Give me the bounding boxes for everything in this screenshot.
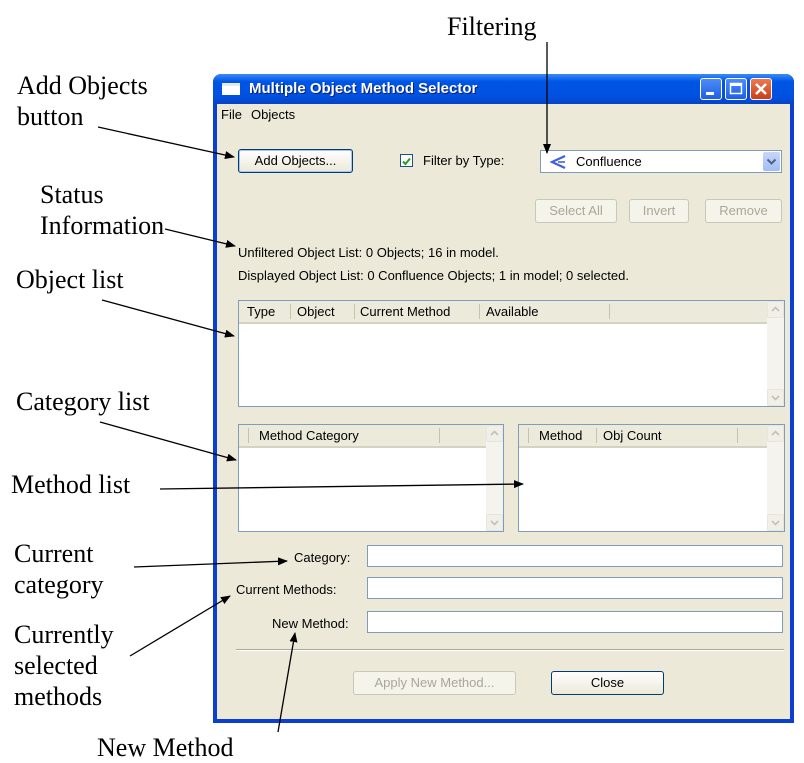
window-title: Multiple Object Method Selector <box>249 80 478 97</box>
dropdown-button[interactable] <box>763 152 780 171</box>
category-label: Category: <box>294 550 351 565</box>
callout-filtering: Filtering <box>447 12 537 41</box>
scroll-up-button[interactable] <box>486 425 503 442</box>
object-list-header: Type Object Current Method Available <box>239 301 767 324</box>
filter-by-type-checkbox[interactable] <box>400 154 413 167</box>
column-type[interactable]: Type <box>247 304 275 319</box>
callout-current-category: Current category <box>14 539 104 599</box>
chevron-down-icon <box>771 395 780 401</box>
new-method-label: New Method: <box>272 616 349 631</box>
callout-category-list: Category list <box>16 387 150 416</box>
chevron-up-icon <box>771 306 780 312</box>
chevron-up-icon <box>771 430 780 436</box>
method-list[interactable]: Method Obj Count <box>518 424 785 532</box>
close-window-button[interactable] <box>750 78 772 100</box>
displayed-status: Displayed Object List: 0 Confluence Obje… <box>238 268 629 283</box>
column-method[interactable]: Method <box>539 428 582 443</box>
column-object[interactable]: Object <box>297 304 335 319</box>
remove-button[interactable]: Remove <box>705 199 782 223</box>
column-divider[interactable] <box>290 304 291 319</box>
column-divider[interactable] <box>528 428 529 443</box>
column-divider[interactable] <box>609 304 610 319</box>
scroll-up-button[interactable] <box>767 301 784 318</box>
callout-new-method: New Method <box>97 733 234 762</box>
column-divider[interactable] <box>248 428 249 443</box>
column-current-method[interactable]: Current Method <box>360 304 450 319</box>
column-divider[interactable] <box>596 428 597 443</box>
category-field[interactable] <box>367 545 783 567</box>
select-all-button[interactable]: Select All <box>535 199 617 223</box>
method-list-header: Method Obj Count <box>519 425 767 448</box>
chevron-down-icon <box>771 520 780 526</box>
method-selector-window: Multiple Object Method Selector File Obj… <box>213 74 794 723</box>
column-method-category[interactable]: Method Category <box>259 428 359 443</box>
column-available[interactable]: Available <box>486 304 539 319</box>
menu-file[interactable]: File <box>221 107 242 122</box>
current-methods-field[interactable] <box>367 577 783 599</box>
category-list-header: Method Category <box>239 425 486 448</box>
column-obj-count[interactable]: Obj Count <box>603 428 662 443</box>
category-list-scrollbar[interactable] <box>486 425 503 531</box>
new-method-field[interactable] <box>367 611 783 633</box>
callout-add-objects: Add Objects button <box>17 71 148 131</box>
scroll-down-button[interactable] <box>767 514 784 531</box>
maximize-button[interactable] <box>725 78 747 100</box>
unfiltered-status: Unfiltered Object List: 0 Objects; 16 in… <box>238 245 499 260</box>
object-list-scrollbar[interactable] <box>767 301 784 406</box>
object-list[interactable]: Type Object Current Method Available <box>238 300 785 407</box>
dialog-client: File Objects Add Objects... Filter by Ty… <box>217 104 790 719</box>
apply-new-method-button[interactable]: Apply New Method... <box>353 671 516 695</box>
callout-status: Status Information <box>40 180 165 240</box>
filter-by-type-label: Filter by Type: <box>423 153 505 168</box>
title-bar[interactable]: Multiple Object Method Selector <box>213 74 794 104</box>
callout-method-list: Method list <box>11 470 131 499</box>
callout-current-methods: Currently selected methods <box>14 620 114 711</box>
column-divider[interactable] <box>479 304 480 319</box>
filter-type-select[interactable]: Confluence <box>540 150 782 173</box>
confluence-icon <box>549 155 566 169</box>
column-divider[interactable] <box>354 304 355 319</box>
menu-objects[interactable]: Objects <box>251 107 295 122</box>
scroll-up-button[interactable] <box>767 425 784 442</box>
chevron-up-icon <box>490 430 499 436</box>
chevron-down-icon <box>490 520 499 526</box>
filter-type-value: Confluence <box>576 154 642 169</box>
column-divider[interactable] <box>439 428 440 443</box>
chevron-down-icon <box>766 158 777 165</box>
callout-object-list: Object list <box>16 265 124 294</box>
separator <box>236 649 784 651</box>
menu-bar: File Objects <box>217 104 790 124</box>
minimize-icon <box>706 92 714 95</box>
checkmark-icon <box>402 157 411 166</box>
close-icon <box>755 83 767 95</box>
maximize-icon <box>729 82 743 95</box>
window-icon <box>222 83 240 95</box>
close-button[interactable]: Close <box>551 671 664 695</box>
scroll-down-button[interactable] <box>486 514 503 531</box>
invert-button[interactable]: Invert <box>629 199 689 223</box>
column-divider[interactable] <box>737 428 738 443</box>
method-list-scrollbar[interactable] <box>767 425 784 531</box>
add-objects-button[interactable]: Add Objects... <box>238 149 353 173</box>
minimize-button[interactable] <box>700 78 722 100</box>
current-methods-label: Current Methods: <box>236 582 337 597</box>
category-list[interactable]: Method Category <box>238 424 504 532</box>
scroll-down-button[interactable] <box>767 389 784 406</box>
